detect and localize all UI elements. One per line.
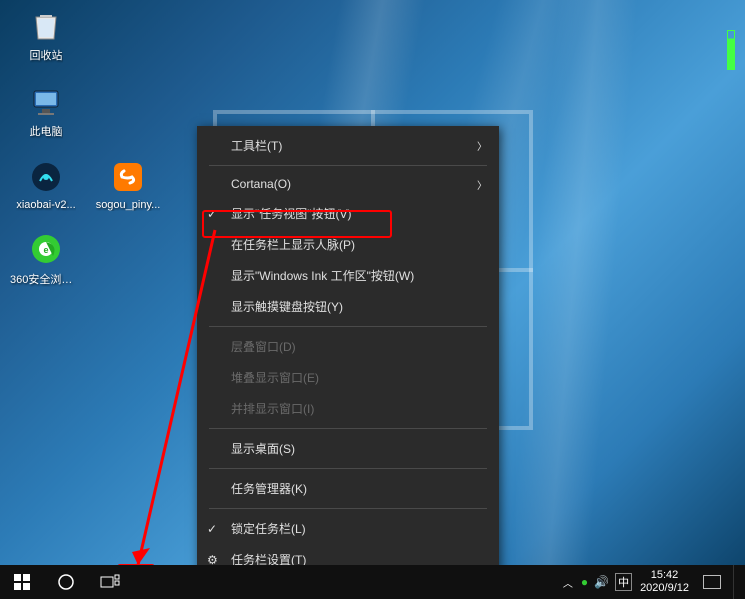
check-icon: ✓ [207,207,217,221]
menu-toolbars[interactable]: 工具栏(T) 〉 [197,130,499,161]
menu-show-touch-keyboard-label: 显示触摸键盘按钮(Y) [231,298,343,315]
menu-cascade: 层叠窗口(D) [197,331,499,362]
xiaobai-label: xiaobai-v2... [16,199,75,211]
chevron-right-icon: 〉 [477,138,487,153]
clock[interactable]: 15:42 2020/9/12 [640,569,689,595]
menu-show-ink[interactable]: 显示"Windows Ink 工作区"按钮(W) [197,260,499,291]
menu-cortana[interactable]: Cortana(O) 〉 [197,170,499,198]
recycle-bin-icon[interactable]: 回收站 [10,5,82,63]
battery-widget [727,30,735,70]
menu-separator [209,326,487,327]
taskbar[interactable]: ︿ ● 🔊 中 15:42 2020/9/12 [0,565,745,599]
menu-separator [209,468,487,469]
task-view-button[interactable] [88,565,132,599]
menu-sidebyside: 并排显示窗口(I) [197,393,499,424]
xiaobai-icon[interactable]: xiaobai-v2... [10,157,82,211]
clock-time: 15:42 [640,569,689,582]
tray-chevron-up-icon[interactable]: ︿ [563,575,573,590]
menu-task-manager-label: 任务管理器(K) [231,480,307,497]
this-pc-label: 此电脑 [30,123,63,139]
menu-show-people[interactable]: 在任务栏上显示人脉(P) [197,229,499,260]
check-icon: ✓ [207,522,217,536]
menu-separator [209,428,487,429]
show-desktop-button[interactable] [733,565,739,599]
menu-show-touch-keyboard[interactable]: 显示触摸键盘按钮(Y) [197,291,499,322]
sogou-label: sogou_piny... [96,199,161,211]
svg-text:e: e [43,245,48,255]
menu-show-ink-label: 显示"Windows Ink 工作区"按钮(W) [231,267,414,284]
menu-lock-taskbar-label: 锁定任务栏(L) [231,520,306,537]
menu-sidebyside-label: 并排显示窗口(I) [231,400,314,417]
browser360-icon[interactable]: e 360安全浏览器 [10,229,82,287]
tray-360-icon[interactable]: ● [581,575,588,589]
menu-separator [209,508,487,509]
menu-show-people-label: 在任务栏上显示人脉(P) [231,236,355,253]
sogou-icon[interactable]: sogou_piny... [92,157,164,211]
recycle-bin-label: 回收站 [30,47,63,63]
taskbar-left [0,565,132,599]
action-center-icon[interactable] [703,575,721,589]
menu-task-manager[interactable]: 任务管理器(K) [197,473,499,504]
tray-icons: ● 🔊 中 [581,573,632,591]
menu-cortana-label: Cortana(O) [231,177,291,191]
cortana-circle-button[interactable] [44,565,88,599]
this-pc-icon[interactable]: 此电脑 [10,81,82,139]
tray-ime-label[interactable]: 中 [615,573,632,591]
taskbar-right: ︿ ● 🔊 中 15:42 2020/9/12 [563,565,745,599]
menu-toolbars-label: 工具栏(T) [231,137,282,154]
menu-stacked-label: 堆叠显示窗口(E) [231,369,319,386]
menu-stacked: 堆叠显示窗口(E) [197,362,499,393]
menu-show-desktop[interactable]: 显示桌面(S) [197,433,499,464]
desktop-icons-area: 回收站 此电脑 xiaobai-v2... sogou_piny... e 36… [10,5,164,287]
tray-volume-icon[interactable]: 🔊 [594,575,609,589]
taskbar-context-menu: 工具栏(T) 〉 Cortana(O) 〉 ✓ 显示"任务视图"按钮(V) 在任… [197,126,499,579]
menu-show-taskview[interactable]: ✓ 显示"任务视图"按钮(V) [197,198,499,229]
chevron-right-icon: 〉 [477,177,487,192]
menu-cascade-label: 层叠窗口(D) [231,338,296,355]
start-button[interactable] [0,565,44,599]
menu-lock-taskbar[interactable]: ✓ 锁定任务栏(L) [197,513,499,544]
clock-date: 2020/9/12 [640,582,689,595]
menu-show-taskview-label: 显示"任务视图"按钮(V) [231,205,352,222]
menu-show-desktop-label: 显示桌面(S) [231,440,295,457]
menu-separator [209,165,487,166]
browser360-label: 360安全浏览器 [10,271,82,287]
